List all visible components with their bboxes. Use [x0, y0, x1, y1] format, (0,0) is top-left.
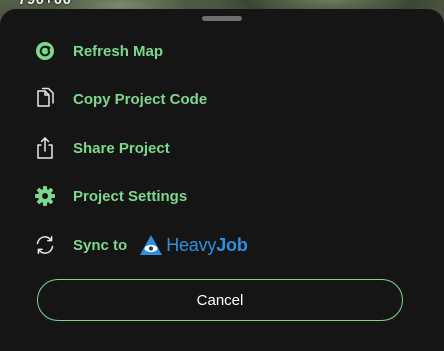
project-settings-label: Project Settings	[73, 187, 188, 205]
action-sheet: Refresh Map Copy Project Code Share Proj…	[0, 9, 444, 351]
sheet-grabber-handle[interactable]	[202, 16, 242, 21]
heavyjob-logo: HeavyJob	[139, 234, 248, 256]
share-icon	[28, 131, 62, 165]
heavyjob-job-text: Job	[216, 234, 248, 255]
heavyjob-logo-icon	[140, 235, 163, 255]
map-station-label: 790+00	[18, 0, 71, 8]
refresh-map-item[interactable]: Refresh Map	[28, 31, 408, 71]
gear-icon	[28, 179, 62, 213]
copy-document-icon	[28, 82, 62, 116]
share-project-item[interactable]: Share Project	[28, 128, 408, 168]
sync-icon	[28, 228, 62, 262]
share-project-label: Share Project	[73, 139, 170, 157]
sync-to-label: Sync to	[73, 236, 128, 254]
copy-project-code-label: Copy Project Code	[73, 90, 208, 108]
project-settings-item[interactable]: Project Settings	[28, 176, 408, 216]
heavyjob-heavy-text: Heavy	[166, 234, 217, 255]
copy-project-code-item[interactable]: Copy Project Code	[28, 79, 408, 119]
sync-to-heavyjob-item[interactable]: Sync to HeavyJob	[28, 225, 408, 265]
refresh-icon	[28, 34, 62, 68]
refresh-map-label: Refresh Map	[73, 42, 164, 60]
cancel-button[interactable]: Cancel	[37, 279, 403, 321]
